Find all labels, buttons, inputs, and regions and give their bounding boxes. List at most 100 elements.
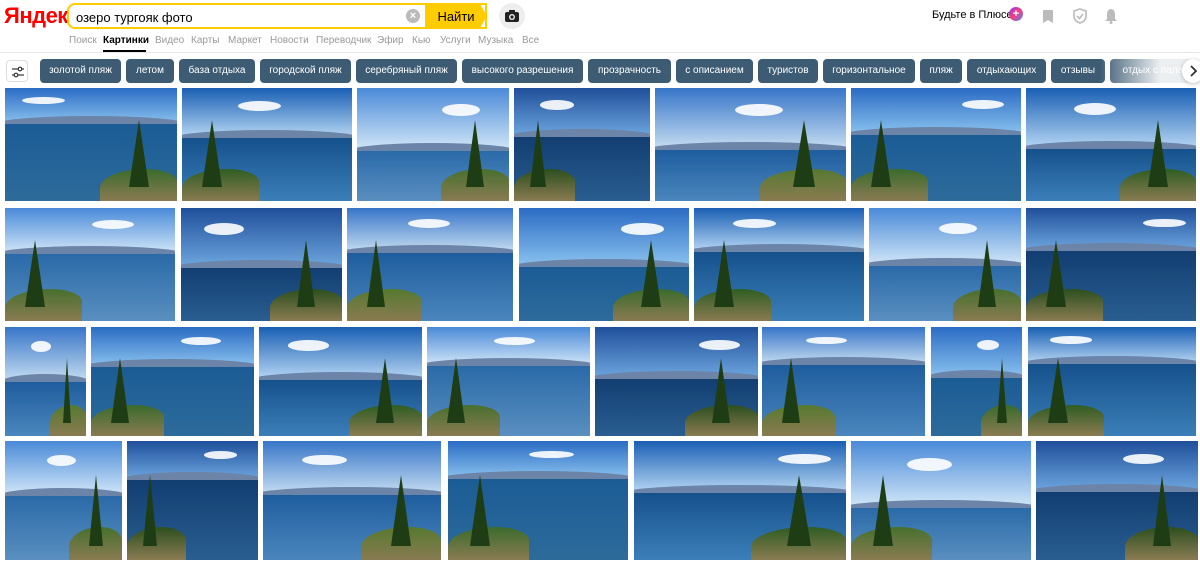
plus-icon[interactable]: + [1009,7,1023,21]
thumbnail-tree [786,474,811,546]
thumbnail-tree [110,357,129,423]
thumbnail-cloud [961,99,1004,110]
thumbnail-tree [792,120,815,188]
filter-chip[interactable]: пляж [920,59,962,83]
tab-video[interactable]: Видео [155,35,184,46]
image-thumbnail[interactable] [357,88,509,201]
image-thumbnail[interactable] [514,88,650,201]
tab-news[interactable]: Новости [270,35,309,46]
thumbnail-cloud [539,100,574,111]
filter-chip[interactable]: с описанием [676,59,753,83]
image-thumbnail[interactable] [427,327,590,436]
image-thumbnail[interactable] [259,327,422,436]
filter-chip[interactable]: отдыхающих [967,59,1046,83]
thumbnail-tree [376,357,395,423]
thumbnail-cloud [91,219,135,229]
thumbnail-tree [1046,240,1067,308]
filter-chip[interactable]: высокого разрешения [462,59,583,83]
image-thumbnail[interactable] [1026,88,1196,201]
filter-chip[interactable]: золотой пляж [40,59,121,83]
image-thumbnail[interactable] [595,327,758,436]
thumbnail-cloud [1123,453,1164,464]
thumbnail-tree [1152,474,1171,546]
tab-translate[interactable]: Переводчик [316,35,371,46]
plus-promo-link[interactable]: Будьте в Плюсе [932,9,1013,21]
chevron-right-icon[interactable] [1182,59,1200,83]
filter-chip[interactable]: горизонтальное [823,59,915,83]
thumbnail-tree [202,120,223,188]
tab-music[interactable]: Музыка [478,35,513,46]
image-thumbnail[interactable] [851,441,1031,560]
image-grid [0,88,1200,564]
tab-q[interactable]: Кью [412,35,431,46]
image-thumbnail[interactable] [851,88,1021,201]
camera-icon[interactable] [499,3,525,29]
image-thumbnail[interactable] [448,441,628,560]
image-thumbnail[interactable] [634,441,846,560]
thumbnail-tree [871,120,892,188]
filter-chip[interactable]: база отдыха [179,59,255,83]
image-thumbnail[interactable] [5,88,177,201]
thumbnail-tree [978,240,997,308]
filter-chip[interactable]: летом [126,59,174,83]
thumbnail-cloud [906,457,952,472]
filter-chip[interactable]: отзывы [1051,59,1105,83]
tab-images[interactable]: Картинки [103,35,149,46]
image-thumbnail[interactable] [5,327,86,436]
collections-icon[interactable] [1041,8,1055,24]
thumbnail-tree [712,357,731,423]
thumbnail-tree [469,474,490,546]
image-thumbnail[interactable] [762,327,925,436]
image-thumbnail[interactable] [182,88,352,201]
thumbnail-tree [142,474,157,546]
filter-chip[interactable]: прозрачность [588,59,671,83]
filter-bar: золотой пляж летом база отдыха городской… [0,58,1200,84]
filter-chip[interactable]: туристов [758,59,818,83]
image-thumbnail[interactable] [127,441,258,560]
tab-search[interactable]: Поиск [69,35,97,46]
thumbnail-tree [25,240,46,308]
search-button[interactable]: Найти [425,3,487,29]
image-thumbnail[interactable] [5,441,122,560]
tab-services[interactable]: Услуги [440,35,471,46]
tab-market[interactable]: Маркет [228,35,262,46]
thumbnail-cloud [493,336,535,345]
image-thumbnail[interactable] [263,441,441,560]
filter-chip[interactable]: серебряный пляж [356,59,457,83]
thumbnail-tree [641,240,662,308]
thumbnail-cloud [735,103,783,116]
thumbnail-cloud [203,223,244,235]
image-thumbnail[interactable] [931,327,1022,436]
thumbnail-sky [1026,88,1196,149]
filter-chip[interactable]: городской пляж [260,59,351,83]
image-thumbnail[interactable] [694,208,864,321]
image-thumbnail[interactable] [1028,327,1196,436]
bell-icon[interactable] [1104,8,1118,24]
image-thumbnail[interactable] [519,208,689,321]
thumbnail-cloud [1049,336,1092,344]
tab-maps[interactable]: Карты [191,35,220,46]
image-thumbnail[interactable] [655,88,846,201]
image-thumbnail[interactable] [1026,208,1196,321]
image-thumbnail[interactable] [347,208,513,321]
tab-all[interactable]: Все [522,35,539,46]
settings-icon[interactable] [6,60,28,82]
image-thumbnail[interactable] [1036,441,1198,560]
thumbnail-tree [996,357,1007,423]
thumbnail-cloud [806,336,847,345]
image-thumbnail[interactable] [5,208,175,321]
image-thumbnail[interactable] [91,327,254,436]
thumbnail-tree [89,474,104,546]
shield-icon[interactable] [1073,8,1087,24]
image-thumbnail[interactable] [869,208,1021,321]
thumbnail-cloud [47,454,77,466]
thumbnail-cloud [238,100,281,111]
clear-icon[interactable]: × [406,9,420,23]
thumbnail-cloud [976,339,1000,350]
thumbnail-cloud [302,454,347,466]
thumbnail-tree [391,474,412,546]
tab-efir[interactable]: Эфир [377,35,404,46]
search-input[interactable] [76,8,396,26]
image-thumbnail[interactable] [181,208,342,321]
thumbnail-cloud [733,219,776,228]
